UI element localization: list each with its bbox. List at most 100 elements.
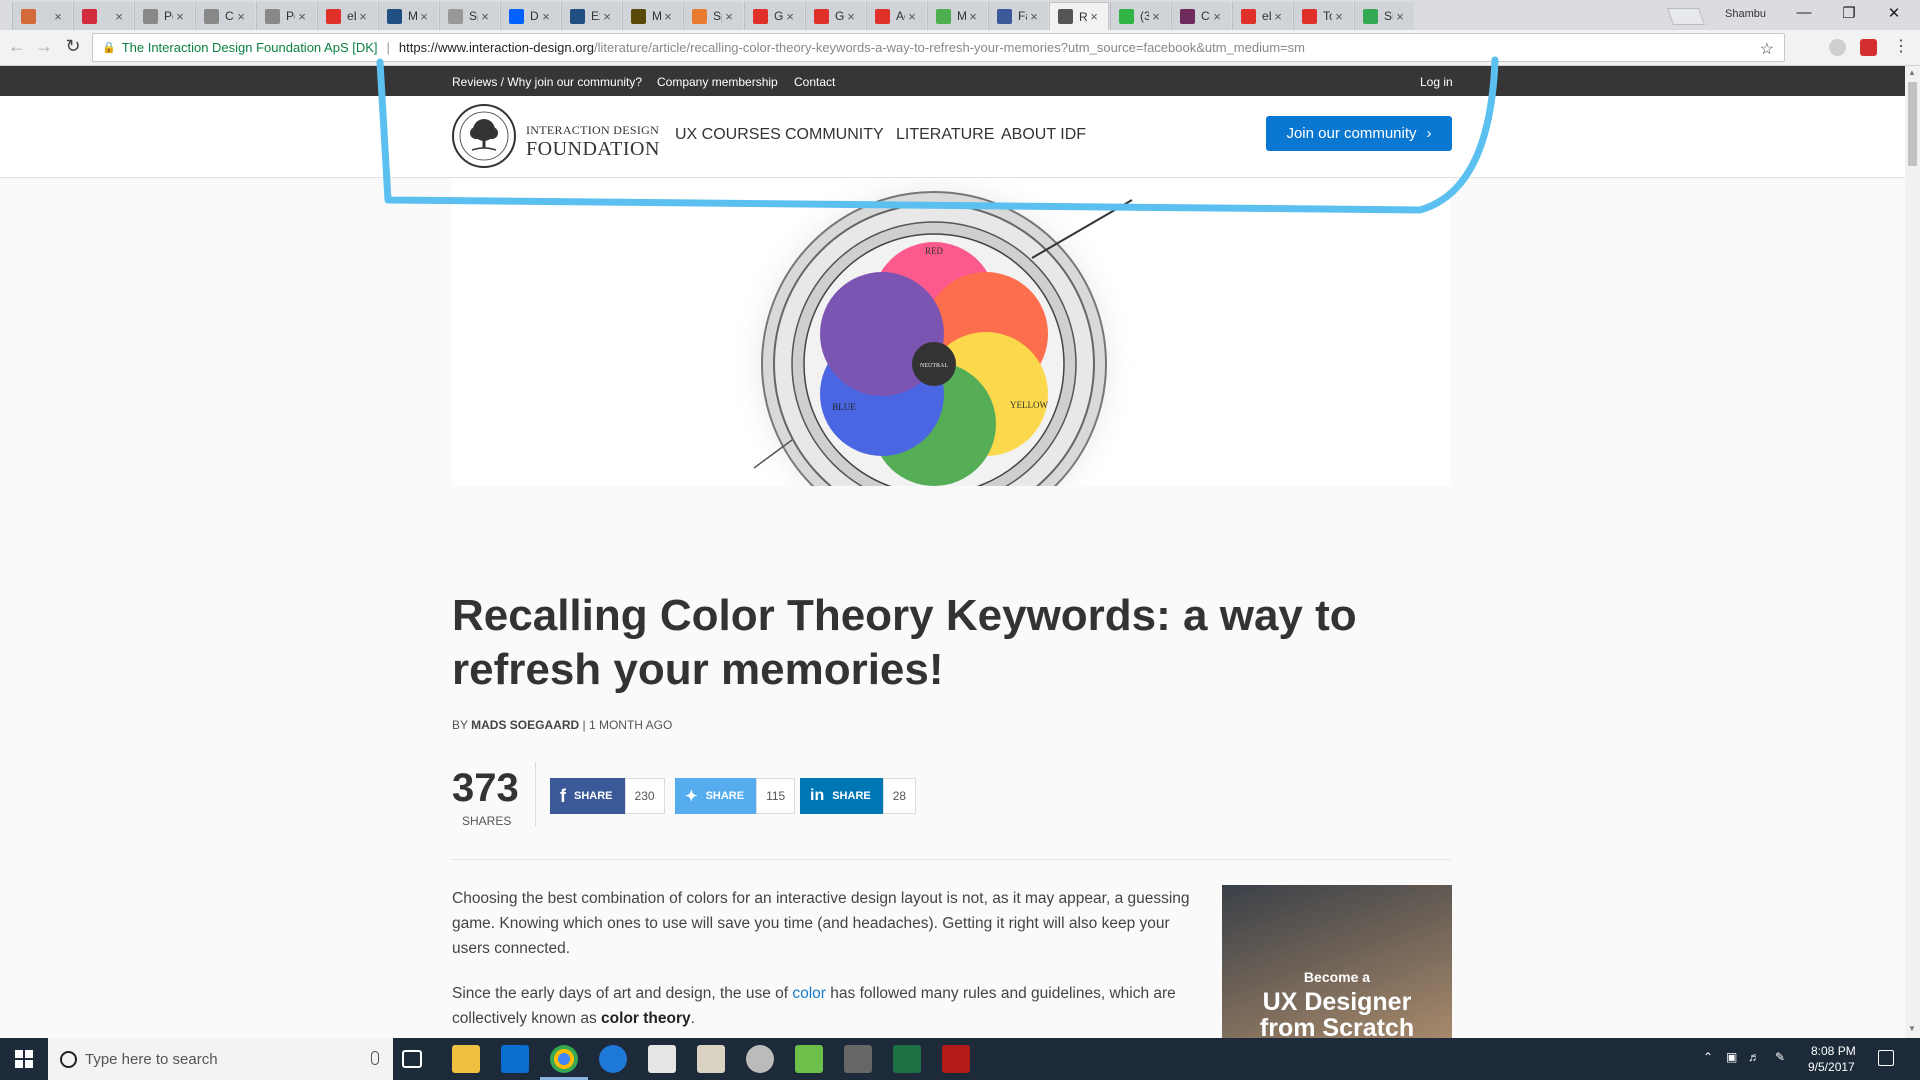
tab-close-icon[interactable]: × (905, 9, 919, 24)
tab-close-icon[interactable]: × (417, 9, 431, 24)
tab-close-icon[interactable]: × (173, 9, 187, 24)
author-link[interactable]: MADS SOEGAARD (471, 718, 579, 732)
url-path[interactable]: /literature/article/recalling-color-theo… (594, 40, 1305, 55)
tab-close-icon[interactable]: × (1271, 9, 1285, 24)
taskbar-search-box[interactable]: Type here to search (48, 1038, 393, 1080)
login-link[interactable]: Log in (1420, 75, 1453, 89)
browser-tab[interactable]: To× (1293, 2, 1353, 30)
excel-icon[interactable] (893, 1045, 921, 1073)
browser-tab[interactable]: Po× (134, 2, 194, 30)
network-icon[interactable]: ▣ (1726, 1050, 1737, 1064)
nav-literature[interactable]: LITERATURE (896, 126, 994, 144)
tab-close-icon[interactable]: × (295, 9, 309, 24)
tab-close-icon[interactable]: × (1087, 9, 1101, 24)
close-window-icon[interactable]: ✕ (1880, 4, 1908, 22)
reviews-link[interactable]: Reviews / Why join our community? (452, 75, 642, 89)
tab-close-icon[interactable]: × (966, 9, 980, 24)
address-bar[interactable]: 🔒 The Interaction Design Foundation ApS … (92, 33, 1785, 62)
tab-close-icon[interactable]: × (661, 9, 675, 24)
browser-tab[interactable]: Dr× (500, 2, 560, 30)
contact-link[interactable]: Contact (794, 75, 835, 89)
page-scrollbar[interactable]: ▲ ▼ (1905, 66, 1920, 1038)
back-arrow-icon[interactable]: ← (6, 36, 28, 57)
idf-tree-logo-icon[interactable] (452, 104, 516, 168)
url-host[interactable]: https://www.interaction-design.org (399, 40, 594, 55)
scrollbar-thumb[interactable] (1908, 82, 1917, 166)
scroll-up-arrow-icon[interactable]: ▲ (1908, 68, 1916, 77)
browser-tab[interactable]: Re× (1049, 2, 1109, 30)
clock-time[interactable]: 8:08 PM (1811, 1044, 1856, 1058)
tab-close-icon[interactable]: × (1210, 9, 1224, 24)
tab-close-icon[interactable]: × (478, 9, 492, 24)
color-link[interactable]: color (792, 985, 826, 1002)
logo-text-line2[interactable]: FOUNDATION (526, 138, 660, 161)
nav-about-idf[interactable]: ABOUT IDF (1001, 126, 1086, 144)
clock-date[interactable]: 9/5/2017 (1808, 1060, 1855, 1074)
minimize-icon[interactable]: — (1790, 4, 1818, 21)
snipping-tool-icon[interactable] (746, 1045, 774, 1073)
bookmark-star-icon[interactable]: ☆ (1760, 39, 1774, 59)
microphone-icon[interactable] (371, 1051, 379, 1065)
tab-close-icon[interactable]: × (1332, 9, 1346, 24)
linkedin-share-button[interactable]: in SHARE 28 (800, 778, 917, 814)
outlook-icon[interactable] (501, 1045, 529, 1073)
ux-course-promo-banner[interactable]: Become a UX Designer from Scratch (1222, 885, 1452, 1038)
windows-start-icon[interactable] (0, 1038, 48, 1080)
browser-tab[interactable]: Mi× (927, 2, 987, 30)
tab-close-icon[interactable]: × (51, 9, 65, 24)
forward-arrow-icon[interactable]: → (33, 36, 55, 57)
profile-name[interactable]: Shambu (1725, 8, 1766, 20)
browser-tab[interactable]: Co× (195, 2, 255, 30)
edge-icon[interactable] (599, 1045, 627, 1073)
scroll-down-arrow-icon[interactable]: ▼ (1908, 1024, 1916, 1033)
tab-close-icon[interactable]: × (783, 9, 797, 24)
browser-tab[interactable]: × (12, 2, 72, 30)
browser-tab[interactable]: Sn× (1354, 2, 1414, 30)
tab-close-icon[interactable]: × (234, 9, 248, 24)
tab-close-icon[interactable]: × (844, 9, 858, 24)
company-membership-link[interactable]: Company membership (657, 75, 778, 89)
browser-tab[interactable]: (3)× (1110, 2, 1170, 30)
task-view-icon[interactable] (402, 1050, 422, 1068)
browser-tab[interactable]: Sp× (683, 2, 743, 30)
app-icon[interactable] (844, 1045, 872, 1073)
browser-tab[interactable]: Mi× (378, 2, 438, 30)
browser-tab[interactable]: Sp× (439, 2, 499, 30)
chrome-icon[interactable] (550, 1045, 578, 1073)
reload-icon[interactable]: ↻ (62, 36, 84, 57)
extension-red-icon[interactable] (1860, 39, 1877, 56)
browser-tab[interactable]: Po× (256, 2, 316, 30)
browser-tab[interactable]: × (73, 2, 133, 30)
tab-close-icon[interactable]: × (1027, 9, 1041, 24)
file-explorer-icon[interactable] (452, 1045, 480, 1073)
tab-close-icon[interactable]: × (722, 9, 736, 24)
calculator-icon[interactable] (648, 1045, 676, 1073)
browser-tab[interactable]: eL× (1232, 2, 1292, 30)
tab-close-icon[interactable]: × (600, 9, 614, 24)
tab-close-icon[interactable]: × (112, 9, 126, 24)
restore-icon[interactable]: ❐ (1835, 4, 1863, 22)
paint-icon[interactable] (697, 1045, 725, 1073)
logo-text-line1[interactable]: INTERACTION DESIGN (526, 123, 659, 138)
twitter-share-button[interactable]: ✦ SHARE 115 (675, 778, 796, 814)
new-tab-button[interactable] (1666, 8, 1706, 25)
browser-tab[interactable]: Fa× (988, 2, 1048, 30)
notepad-icon[interactable] (795, 1045, 823, 1073)
join-community-button[interactable]: Join our community › (1266, 116, 1452, 151)
tab-close-icon[interactable]: × (1393, 9, 1407, 24)
browser-tab[interactable]: eL× (317, 2, 377, 30)
nav-community[interactable]: COMMUNITY (785, 126, 884, 144)
tab-close-icon[interactable]: × (1149, 9, 1163, 24)
tray-expand-icon[interactable]: ⌃ (1703, 1050, 1713, 1064)
browser-tab[interactable]: Ex× (561, 2, 621, 30)
menu-icon[interactable]: ⋮ (1890, 36, 1912, 56)
acrobat-icon[interactable] (942, 1045, 970, 1073)
facebook-share-button[interactable]: f SHARE 230 (550, 778, 665, 814)
pen-icon[interactable]: ✎ (1775, 1050, 1785, 1064)
browser-tab[interactable]: Ac× (866, 2, 926, 30)
browser-tab[interactable]: Co× (1171, 2, 1231, 30)
browser-tab[interactable]: Mi× (622, 2, 682, 30)
tab-close-icon[interactable]: × (539, 9, 553, 24)
browser-tab[interactable]: Ge× (744, 2, 804, 30)
volume-icon[interactable]: ♬ (1748, 1050, 1760, 1064)
